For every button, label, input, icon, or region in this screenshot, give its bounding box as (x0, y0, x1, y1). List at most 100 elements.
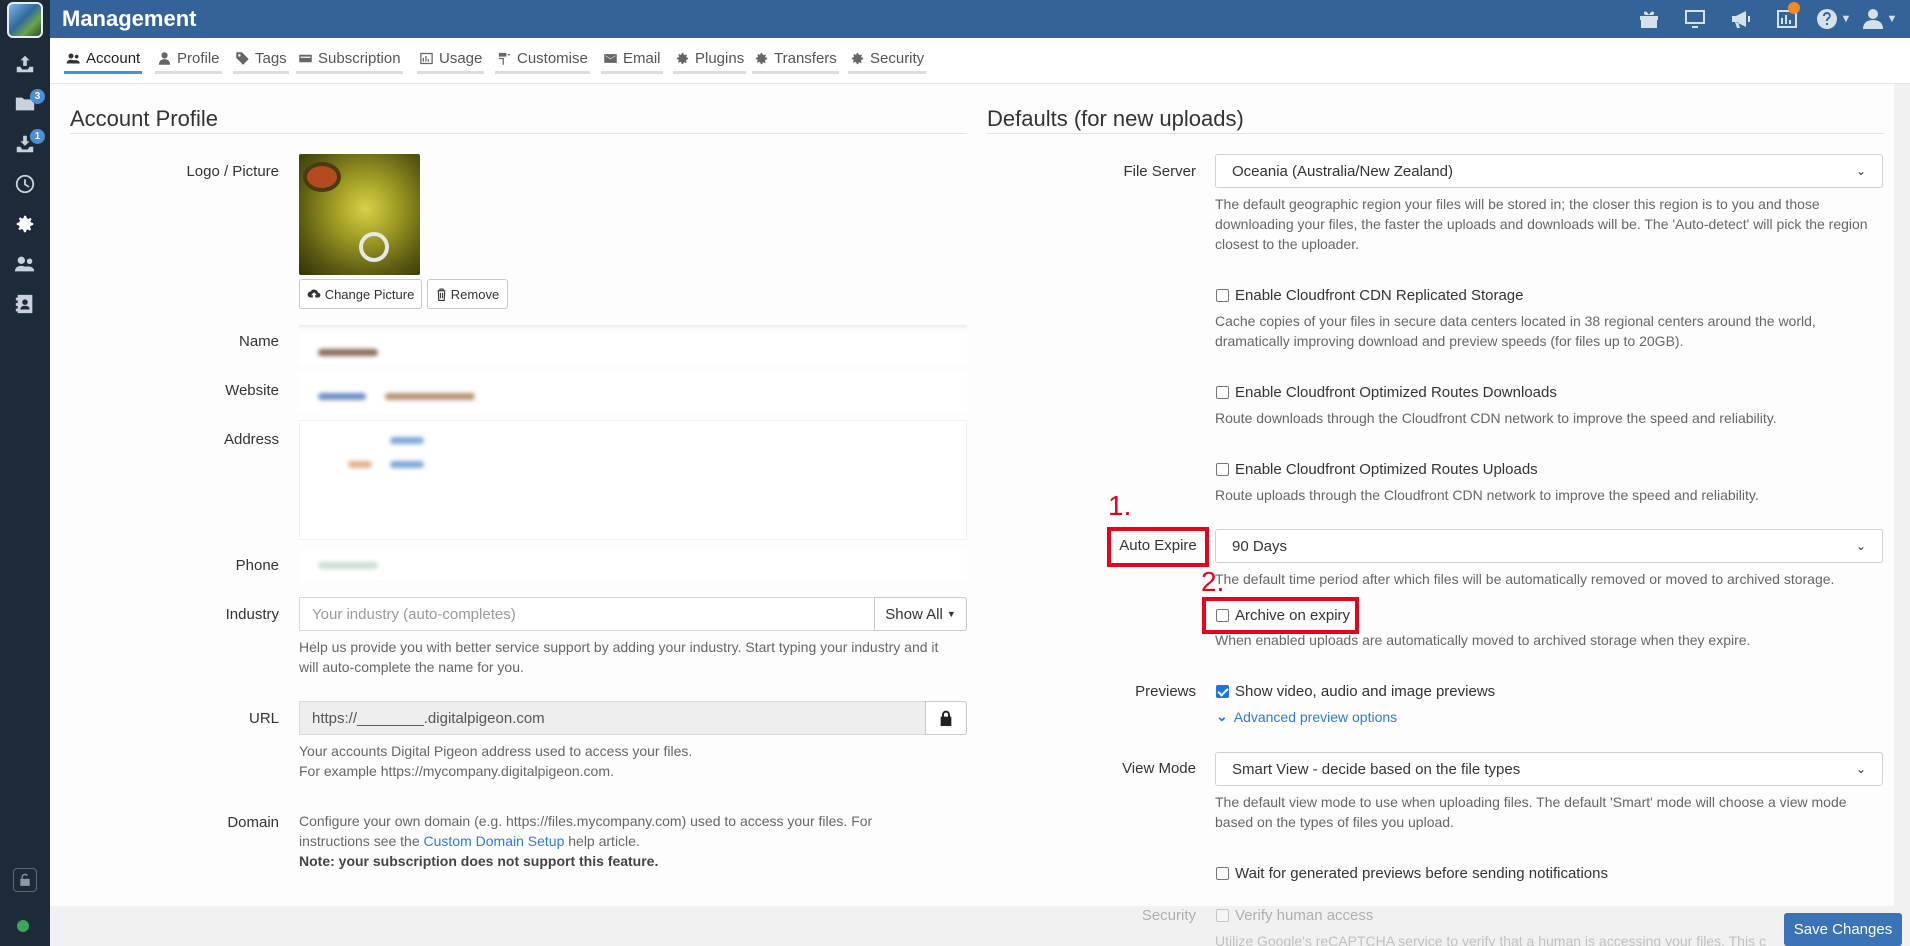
tab-security[interactable]: Security (848, 46, 927, 74)
url-lock-button[interactable] (925, 701, 967, 735)
change-picture-button[interactable]: Change Picture (299, 279, 422, 309)
tab-account[interactable]: Account (64, 46, 143, 74)
checkbox[interactable] (1216, 289, 1229, 302)
account-profile-heading: Account Profile (70, 106, 218, 131)
sidebar-upload[interactable] (0, 44, 50, 84)
phone-field[interactable] (299, 550, 967, 582)
auto-expire-select[interactable]: 90 Days ⌄ (1215, 529, 1883, 563)
sidebar-lock[interactable] (0, 865, 50, 895)
email-icon (604, 54, 617, 63)
checkbox[interactable] (1216, 463, 1229, 476)
show-previews-label: Show video, audio and image previews (1235, 683, 1496, 700)
cdn-replicated-label: Enable Cloudfront CDN Replicated Storage (1235, 287, 1524, 304)
monitor-button[interactable] (1672, 4, 1718, 34)
routes-downloads-label: Enable Cloudfront Optimized Routes Downl… (1235, 384, 1557, 401)
tab-email[interactable]: Email (601, 46, 663, 74)
sidebar-folders[interactable]: 3 (0, 84, 50, 124)
file-server-select[interactable]: Oceania (Australia/New Zealand) ⌄ (1215, 154, 1883, 188)
name-field[interactable] (299, 325, 967, 365)
tab-subscription[interactable]: Subscription (296, 46, 403, 74)
help-menu[interactable]: ▼ (1810, 4, 1856, 34)
tab-usage[interactable]: Usage (417, 46, 485, 74)
remove-picture-button[interactable]: Remove (427, 279, 508, 309)
tab-tags[interactable]: Tags (233, 46, 289, 74)
show-previews-checkbox[interactable]: Show video, audio and image previews (1216, 683, 1495, 700)
wait-previews-label: Wait for generated previews before sendi… (1235, 865, 1608, 882)
tab-plugins[interactable]: Plugins (673, 46, 747, 74)
routes-downloads-checkbox[interactable]: Enable Cloudfront Optimized Routes Downl… (1216, 384, 1557, 401)
logo-label: Logo / Picture (186, 163, 279, 180)
view-mode-select[interactable]: Smart View - decide based on the file ty… (1215, 752, 1883, 786)
website-label: Website (225, 382, 279, 399)
checkbox[interactable] (1216, 609, 1229, 622)
sidebar-contacts[interactable] (0, 284, 50, 324)
sidebar-settings[interactable] (0, 204, 50, 244)
trash-icon (437, 288, 446, 301)
checkbox-checked[interactable] (1216, 685, 1229, 698)
tag-icon (236, 52, 249, 65)
lock-icon (940, 710, 952, 726)
domain-help-text-2: help article. (568, 833, 640, 849)
sidebar-downloads[interactable]: 1 (0, 124, 50, 164)
domain-label: Domain (227, 814, 279, 831)
advanced-preview-options-link[interactable]: ⌄ Advanced preview options (1216, 708, 1397, 725)
name-label: Name (238, 333, 279, 350)
reports-button[interactable] (1764, 2, 1810, 34)
sidebar: 3 1 (0, 0, 50, 946)
chevron-down-icon: ⌄ (1216, 708, 1228, 724)
show-all-label: Show All (885, 605, 943, 623)
top-bar: Management ▼ ▼ (50, 0, 1910, 38)
security-label: Security (1141, 907, 1196, 924)
auto-expire-label: Auto Expire (1119, 537, 1197, 554)
tab-transfers[interactable]: Transfers (752, 46, 839, 74)
wait-previews-checkbox[interactable]: Wait for generated previews before sendi… (1216, 865, 1608, 882)
url-label: URL (248, 710, 279, 727)
gear-icon (851, 52, 864, 65)
tab-customise[interactable]: Customise (495, 46, 590, 74)
notification-dot (1788, 2, 1800, 14)
tab-tags-label: Tags (255, 50, 287, 67)
save-changes-button[interactable]: Save Changes (1784, 913, 1902, 946)
subscription-icon (299, 54, 312, 63)
user-menu[interactable]: ▼ (1856, 4, 1902, 34)
page-title: Management (62, 6, 197, 31)
megaphone-icon (1732, 11, 1750, 28)
sidebar-history[interactable] (0, 164, 50, 204)
archive-on-expiry-label: Archive on expiry (1235, 607, 1351, 624)
tab-profile[interactable]: Profile (155, 46, 222, 74)
profile-picture (299, 154, 420, 275)
scrollbar[interactable] (1894, 84, 1910, 946)
domain-help: Configure your own domain (e.g. https://… (299, 811, 939, 851)
show-all-button[interactable]: Show All ▼ (874, 597, 967, 631)
help-icon (1816, 9, 1837, 29)
checkbox[interactable] (1216, 867, 1229, 880)
chevron-down-icon: ⌄ (1855, 164, 1866, 178)
profile-icon (158, 52, 171, 65)
address-redacted (390, 437, 424, 444)
tab-usage-label: Usage (439, 50, 483, 67)
upload-icon (16, 55, 34, 73)
view-mode-help: The default view mode to use when upload… (1215, 794, 1847, 830)
sidebar-users[interactable] (0, 244, 50, 284)
remove-label: Remove (450, 286, 500, 302)
view-mode-label: View Mode (1122, 760, 1196, 777)
users-icon (14, 256, 35, 272)
gift-button[interactable] (1626, 4, 1672, 34)
tab-transfers-label: Transfers (774, 50, 837, 67)
checkbox[interactable] (1216, 386, 1229, 399)
checkbox[interactable] (1216, 909, 1229, 922)
tab-profile-label: Profile (177, 50, 220, 67)
app-logo[interactable] (7, 2, 43, 38)
routes-uploads-checkbox[interactable]: Enable Cloudfront Optimized Routes Uploa… (1216, 461, 1538, 478)
custom-domain-setup-link[interactable]: Custom Domain Setup (424, 833, 565, 849)
name-redacted (318, 349, 378, 356)
cdn-replicated-checkbox[interactable]: Enable Cloudfront CDN Replicated Storage (1216, 287, 1524, 304)
tab-plugins-label: Plugins (695, 50, 745, 67)
announcements-button[interactable] (1718, 4, 1764, 34)
verify-human-checkbox[interactable]: Verify human access (1216, 907, 1373, 924)
industry-input[interactable]: Your industry (auto-completes) (299, 597, 875, 631)
website-field[interactable] (299, 372, 967, 412)
archive-on-expiry-checkbox[interactable]: Archive on expiry (1216, 607, 1350, 624)
folders-badge: 3 (30, 89, 45, 104)
advanced-preview-options-label: Advanced preview options (1233, 708, 1398, 725)
